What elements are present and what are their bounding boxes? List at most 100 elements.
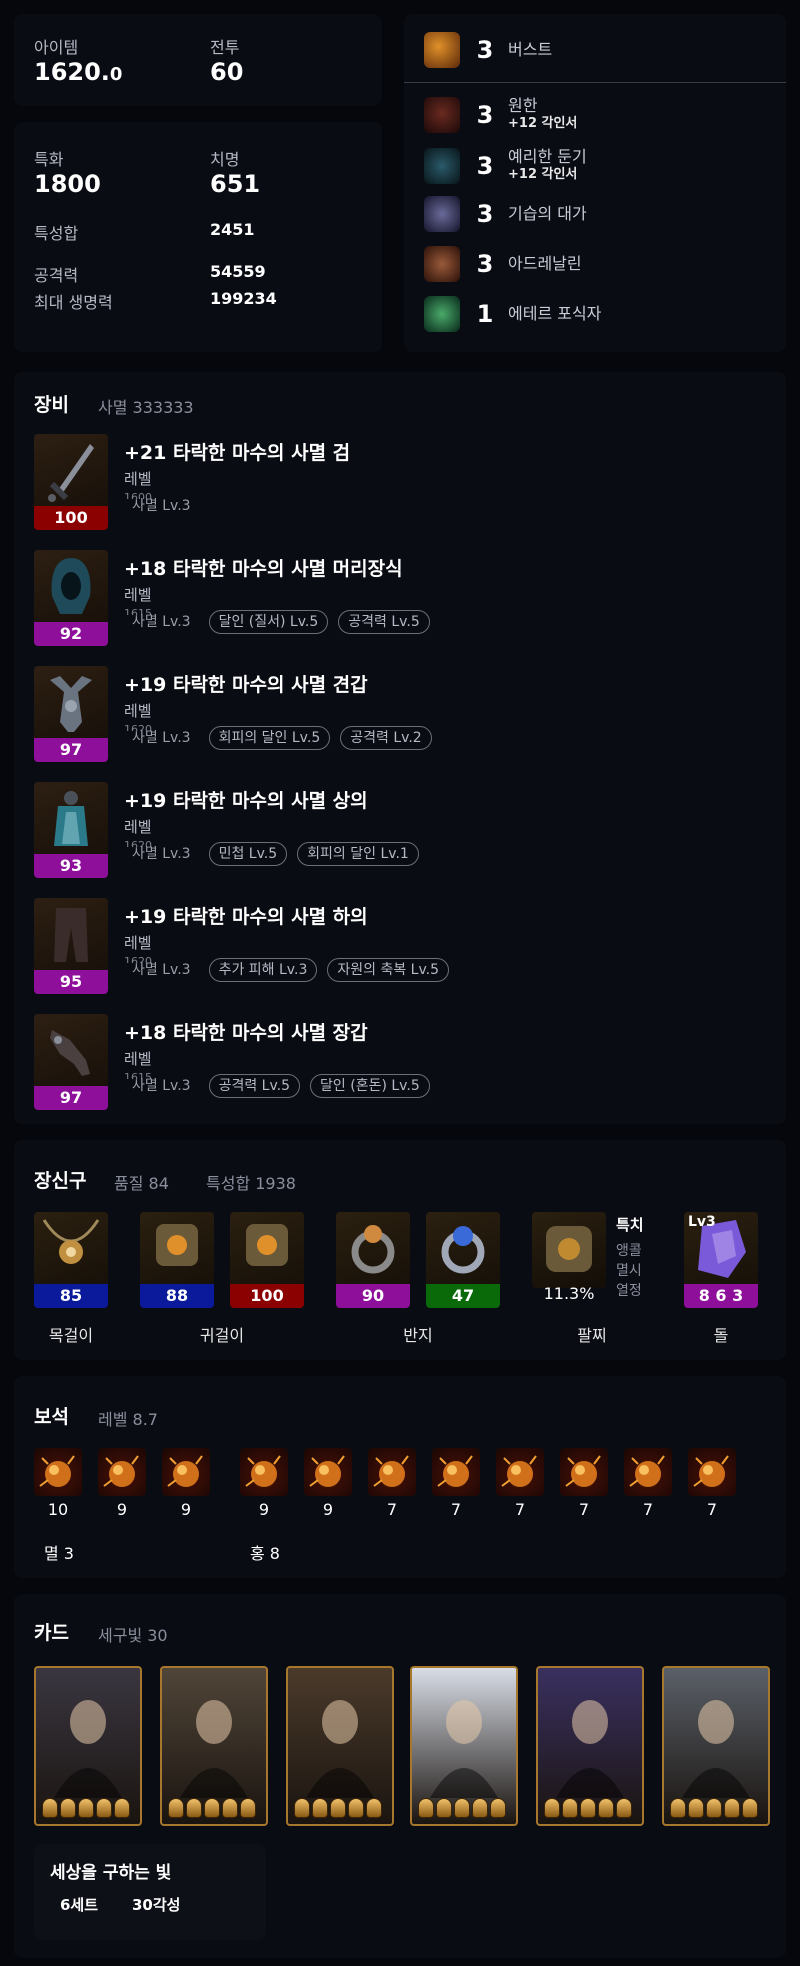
engraving-level: 3 [476, 101, 494, 129]
equipment-name: +19 타락한 마수의 사멸 상의 [124, 790, 368, 812]
gem-level: 7 [514, 1500, 526, 1519]
total-stat-value: 2451 [210, 220, 255, 239]
earring-icon [156, 1224, 198, 1266]
card-item[interactable] [286, 1666, 394, 1826]
burst-icon [424, 32, 460, 68]
card-item[interactable] [410, 1666, 518, 1826]
equipment-name: +19 타락한 마수의 사멸 견갑 [124, 674, 368, 696]
equipment-thumb: 97 [34, 666, 108, 762]
engraving-level: 3 [476, 152, 494, 180]
equipment-item[interactable]: 95 +19 타락한 마수의 사멸 하의 레벨 1620 사멸 Lv.3 추가 피… [34, 898, 774, 994]
equipment-quality: 100 [34, 506, 108, 530]
engraving-level: 3 [476, 250, 494, 278]
engraving-item[interactable]: 3 원한 +12 각인서 [424, 95, 577, 135]
gem-icon[interactable] [34, 1448, 82, 1496]
accessory-ring-1[interactable]: 90 [336, 1212, 410, 1308]
gem-group-1: 멸 3 [44, 1544, 74, 1563]
ambush-icon [424, 196, 460, 232]
equipment-name: +18 타락한 마수의 사멸 장갑 [124, 1022, 368, 1044]
card-item[interactable] [662, 1666, 770, 1826]
equipment-level-label: 레벨 [124, 470, 152, 488]
crit-value: 651 [210, 170, 261, 198]
gem-icon[interactable] [162, 1448, 210, 1496]
equipment-name: +19 타락한 마수의 사멸 하의 [124, 906, 368, 928]
necklace-icon [42, 1219, 100, 1264]
equipment-item[interactable]: 97 +18 타락한 마수의 사멸 장갑 레벨 1615 사멸 Lv.3 공격력 … [34, 1014, 774, 1110]
equipment-item[interactable]: 97 +19 타락한 마수의 사멸 견갑 레벨 1620 사멸 Lv.3 회피의 … [34, 666, 774, 762]
equipment-quality: 97 [34, 1086, 108, 1110]
equipment-thumb: 100 [34, 434, 108, 530]
accessory-necklace[interactable]: 85 [34, 1212, 108, 1308]
spec-label: 특화 [34, 150, 64, 169]
engraving-name: 아드레날린 [508, 254, 582, 273]
equipment-item[interactable]: 93 +19 타락한 마수의 사멸 상의 레벨 1620 사멸 Lv.3 민첩 L… [34, 782, 774, 878]
equipment-tag: 추가 피해 Lv.3 [208, 958, 318, 982]
label-earring: 귀걸이 [199, 1326, 245, 1345]
engraving-item[interactable]: 3 예리한 둔기 +12 각인서 [424, 146, 587, 186]
equipment-tags: 사멸 Lv.3 추가 피해 Lv.3 자원의 축복 Lv.5 [124, 958, 450, 982]
gem-level: 9 [116, 1500, 128, 1519]
ability-stone[interactable]: Lv3 8 6 3 [684, 1212, 758, 1308]
engraving-top[interactable]: 3 버스트 [424, 30, 552, 70]
gloves-icon [50, 1030, 90, 1076]
accessories-title: 장신구 [34, 1170, 87, 1192]
equipment-item[interactable]: 92 +18 타락한 마수의 사멸 머리장식 레벨 1615 사멸 Lv.3 달인… [34, 550, 774, 646]
equipment-tag: 달인 (혼돈) Lv.5 [310, 1074, 430, 1098]
card-set-name: 세상을 구하는 빛 [50, 1863, 172, 1883]
equipment-name: +18 타락한 마수의 사멸 머리장식 [124, 558, 403, 580]
card-item[interactable] [34, 1666, 142, 1826]
gems-subtitle: 레벨 8.7 [98, 1410, 158, 1429]
accessory-earring-2[interactable]: 100 [230, 1212, 304, 1308]
engraving-divider [404, 82, 786, 83]
gem-icon[interactable] [496, 1448, 544, 1496]
card-awaken-stars [418, 1798, 506, 1818]
equipment-tag: 회피의 달인 Lv.5 [208, 726, 331, 750]
equipment-set-effect: 사멸 Lv.3 [132, 1078, 191, 1094]
gem-icon[interactable] [98, 1448, 146, 1496]
engraving-name: 버스트 [508, 40, 553, 59]
gem-level: 7 [642, 1500, 654, 1519]
engraving-level: 1 [476, 300, 494, 328]
earring-icon [246, 1224, 288, 1266]
engraving-item[interactable]: 3 기습의 대가 [424, 194, 587, 234]
equipment-tags: 사멸 Lv.3 [124, 494, 199, 518]
card-item[interactable] [536, 1666, 644, 1826]
accessory-ring-2[interactable]: 47 [426, 1212, 500, 1308]
card-item[interactable] [160, 1666, 268, 1826]
item-level-value: 1620.0 [34, 58, 123, 86]
accessories-total: 특성합 1938 [206, 1174, 296, 1193]
engraving-item[interactable]: 3 아드레날린 [424, 244, 582, 284]
card-portrait-icon [306, 1700, 374, 1798]
grudge-icon [424, 97, 460, 133]
combat-level-label: 전투 [210, 38, 240, 57]
gem-icon[interactable] [688, 1448, 736, 1496]
gem-icon[interactable] [304, 1448, 352, 1496]
equipment-level-label: 레벨 [124, 586, 152, 604]
engraving-name: 원한 +12 각인서 [508, 96, 578, 132]
engraving-name: 예리한 둔기 +12 각인서 [508, 147, 587, 183]
accessory-bracelet[interactable] [532, 1212, 606, 1288]
helmet-icon [51, 558, 91, 614]
gem-level: 7 [386, 1500, 398, 1519]
pants-icon [54, 908, 88, 962]
equipment-set-effect: 사멸 Lv.3 [132, 498, 191, 514]
accessory-quality: 90 [336, 1284, 410, 1308]
gem-level: 9 [322, 1500, 334, 1519]
gem-icon[interactable] [368, 1448, 416, 1496]
accessory-earring-1[interactable]: 88 [140, 1212, 214, 1308]
engraving-item[interactable]: 1 에테르 포식자 [424, 294, 601, 334]
gem-level: 7 [578, 1500, 590, 1519]
ring-blue-icon [441, 1226, 485, 1274]
equipment-level-label: 레벨 [124, 1050, 152, 1068]
equipment-level-label: 레벨 [124, 702, 152, 720]
bracelet-stat-main: 특치 [616, 1216, 644, 1234]
gem-icon[interactable] [432, 1448, 480, 1496]
gem-icon[interactable] [240, 1448, 288, 1496]
stone-level: Lv3 [688, 1214, 716, 1230]
gem-icon[interactable] [624, 1448, 672, 1496]
gem-icon[interactable] [560, 1448, 608, 1496]
engraving-level: 3 [476, 36, 494, 64]
equipment-item[interactable]: 100 +21 타락한 마수의 사멸 검 레벨 1600 사멸 Lv.3 [34, 434, 774, 530]
engraving-name: 에테르 포식자 [508, 304, 602, 323]
accessory-quality: 47 [426, 1284, 500, 1308]
